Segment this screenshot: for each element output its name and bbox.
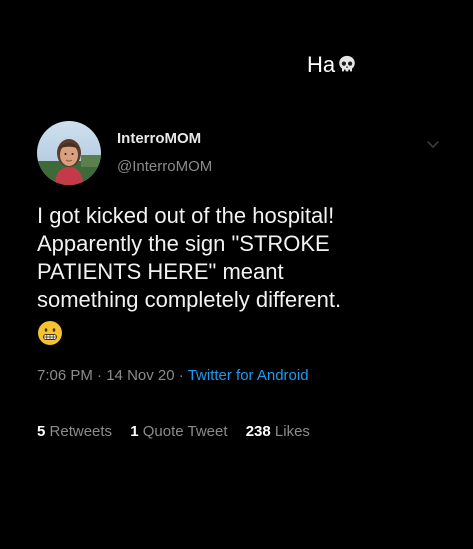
retweets-stat[interactable]: 5 Retweets (37, 423, 116, 440)
tweet-text: I got kicked out of the hospital! Appare… (37, 203, 342, 312)
avatar[interactable] (37, 121, 101, 185)
tweet-meta: 7:06 PM · 14 Nov 20 · Twitter for Androi… (37, 366, 447, 386)
tweet-time[interactable]: 7:06 PM (37, 367, 93, 384)
grimacing-face-icon (38, 321, 62, 345)
chevron-down-icon[interactable] (425, 136, 441, 152)
quote-tweets-label: Quote Tweet (142, 423, 228, 440)
meta-separator: · (97, 367, 103, 384)
likes-label: Likes (274, 423, 310, 440)
avatar-image (37, 121, 101, 185)
user-handle[interactable]: @InterroMOM (117, 157, 212, 177)
quote-tweets-count: 1 (130, 423, 139, 440)
retweets-label: Retweets (49, 423, 113, 440)
tweet-date[interactable]: 14 Nov 20 (106, 367, 174, 384)
display-name[interactable]: InterroMOM (117, 129, 212, 149)
tweet-source[interactable]: Twitter for Android (188, 367, 309, 384)
caption: Ha (307, 52, 358, 78)
meta-separator: · (178, 367, 184, 384)
author-info: InterroMOM @InterroMOM (117, 129, 212, 177)
skull-icon (339, 55, 355, 72)
likes-count: 238 (245, 423, 271, 440)
likes-stat[interactable]: 238 Likes (246, 423, 310, 440)
retweets-count: 5 (37, 423, 46, 440)
tweet-header: InterroMOM @InterroMOM (37, 120, 447, 186)
caption-text: Ha (307, 52, 336, 77)
quote-tweets-stat[interactable]: 1 Quote Tweet (130, 423, 231, 440)
tweet-stats: 5 Retweets 1 Quote Tweet 238 Likes (37, 422, 447, 442)
tweet: InterroMOM @InterroMOM I got kicked out … (37, 120, 447, 442)
